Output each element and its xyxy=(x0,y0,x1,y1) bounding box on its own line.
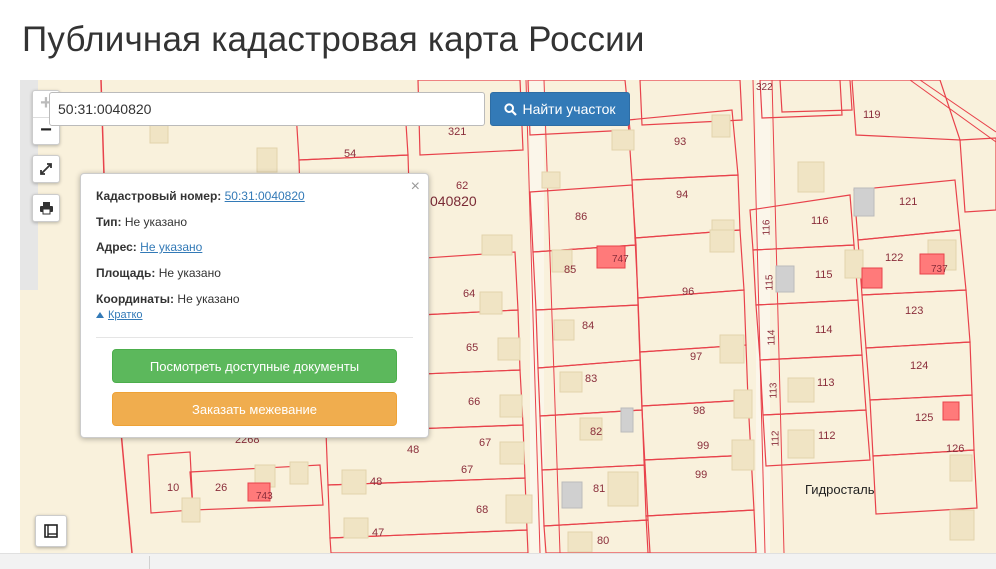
find-parcel-label: Найти участок xyxy=(522,101,616,117)
type-value: Не указано xyxy=(124,215,188,229)
parcel-number: 122 xyxy=(885,252,904,264)
parcel-number: 116 xyxy=(811,215,829,227)
caret-up-icon xyxy=(96,312,104,318)
parcel-number: 115 xyxy=(764,274,776,291)
address-link[interactable]: Не указано xyxy=(140,240,202,254)
legend-button[interactable] xyxy=(35,515,67,547)
bottom-bar xyxy=(0,553,996,569)
parcel-number: 48 xyxy=(370,476,383,488)
parcel-number: 98 xyxy=(693,405,706,417)
cadastral-search-input[interactable] xyxy=(49,92,485,126)
order-survey-button[interactable]: Заказать межевание xyxy=(112,392,397,426)
parcel-number: 321 xyxy=(448,126,467,138)
parcel-number: 125 xyxy=(915,412,934,424)
map-viewport[interactable]: 321 54 62 322 119 93 94 86 85 747 96 116… xyxy=(20,80,996,553)
coordinates-row: Координаты: Не указано xyxy=(96,292,240,306)
parcel-number: 67 xyxy=(461,464,474,476)
parcel-number: 99 xyxy=(695,469,708,481)
parcel-number: 112 xyxy=(818,430,836,442)
place-label: Гидросталь xyxy=(805,482,875,497)
brief-toggle-label: Кратко xyxy=(108,309,143,321)
bottom-bar-divider xyxy=(149,556,150,569)
parcel-number: 67 xyxy=(479,437,492,449)
parcel-number: 84 xyxy=(582,320,595,332)
cadastral-number-label: Кадастровый номер: xyxy=(96,189,222,203)
area-label: Площадь: xyxy=(96,266,156,280)
map-legend-icon xyxy=(44,524,58,538)
parcel-number: 68 xyxy=(476,504,489,516)
parcel-number: 85 xyxy=(564,264,577,276)
parcel-number: 747 xyxy=(612,254,629,265)
parcel-number: 86 xyxy=(575,211,588,223)
coordinates-label: Координаты: xyxy=(96,292,175,306)
cadastral-number-link[interactable]: 50:31:0040820 xyxy=(225,189,305,203)
parcel-number: 66 xyxy=(468,396,481,408)
fullscreen-button[interactable] xyxy=(32,155,60,183)
quarter-label: 040820 xyxy=(430,193,477,209)
parcel-number: 737 xyxy=(931,264,948,275)
parcel-number: 54 xyxy=(344,148,357,160)
parcel-number: 114 xyxy=(815,324,833,336)
parcel-number: 99 xyxy=(697,440,710,452)
area-row: Площадь: Не указано xyxy=(96,266,221,280)
parcel-number: 93 xyxy=(674,136,687,148)
parcel-number: 121 xyxy=(899,196,918,208)
parcel-number: 62 xyxy=(456,180,469,192)
address-row: Адрес: Не указано xyxy=(96,240,202,254)
coordinates-value: Не указано xyxy=(177,292,240,306)
find-parcel-button[interactable]: Найти участок xyxy=(490,92,630,126)
brief-toggle[interactable]: Кратко xyxy=(96,309,143,321)
parcel-number: 123 xyxy=(905,305,924,317)
parcel-number: 94 xyxy=(676,189,689,201)
parcel-number: 26 xyxy=(215,482,228,494)
parcel-number: 10 xyxy=(167,482,180,494)
cadastral-number-row: Кадастровый номер: 50:31:0040820 xyxy=(96,189,305,203)
parcel-number: 113 xyxy=(817,377,835,389)
print-button[interactable] xyxy=(32,194,60,222)
type-label: Тип: xyxy=(96,215,122,229)
parcel-number: 743 xyxy=(256,491,273,502)
parcel-number: 124 xyxy=(910,360,929,372)
parcel-number: 48 xyxy=(407,444,420,456)
search-icon xyxy=(504,102,518,116)
printer-icon xyxy=(39,202,53,215)
parcel-number: 322 xyxy=(756,82,773,93)
parcel-number: 47 xyxy=(372,527,385,539)
parcel-number: 97 xyxy=(690,351,703,363)
parcel-number: 80 xyxy=(597,535,610,547)
parcel-number: 81 xyxy=(593,483,606,495)
type-row: Тип: Не указано xyxy=(96,215,187,229)
parcel-number: 119 xyxy=(863,109,881,121)
parcel-number: 65 xyxy=(466,342,479,354)
parcel-number: 113 xyxy=(768,382,780,399)
page-title: Публичная кадастровая карта России xyxy=(22,20,645,59)
parcel-number: 82 xyxy=(590,426,603,438)
parcel-number: 116 xyxy=(761,219,773,236)
parcel-number: 64 xyxy=(463,288,476,300)
close-icon[interactable]: × xyxy=(411,178,420,196)
area-value: Не указано xyxy=(158,266,221,280)
parcel-number: 83 xyxy=(585,373,598,385)
view-documents-button[interactable]: Посмотреть доступные документы xyxy=(112,349,397,383)
expand-icon xyxy=(40,163,52,175)
parcel-number: 114 xyxy=(766,329,778,346)
parcel-info-popup: × Кадастровый номер: 50:31:0040820 Тип: … xyxy=(80,173,429,438)
parcel-number: 115 xyxy=(815,269,833,281)
address-label: Адрес: xyxy=(96,240,137,254)
popup-divider xyxy=(96,337,413,338)
parcel-number: 96 xyxy=(682,286,695,298)
parcel-number: 126 xyxy=(946,443,965,455)
parcel-number: 112 xyxy=(770,430,782,447)
